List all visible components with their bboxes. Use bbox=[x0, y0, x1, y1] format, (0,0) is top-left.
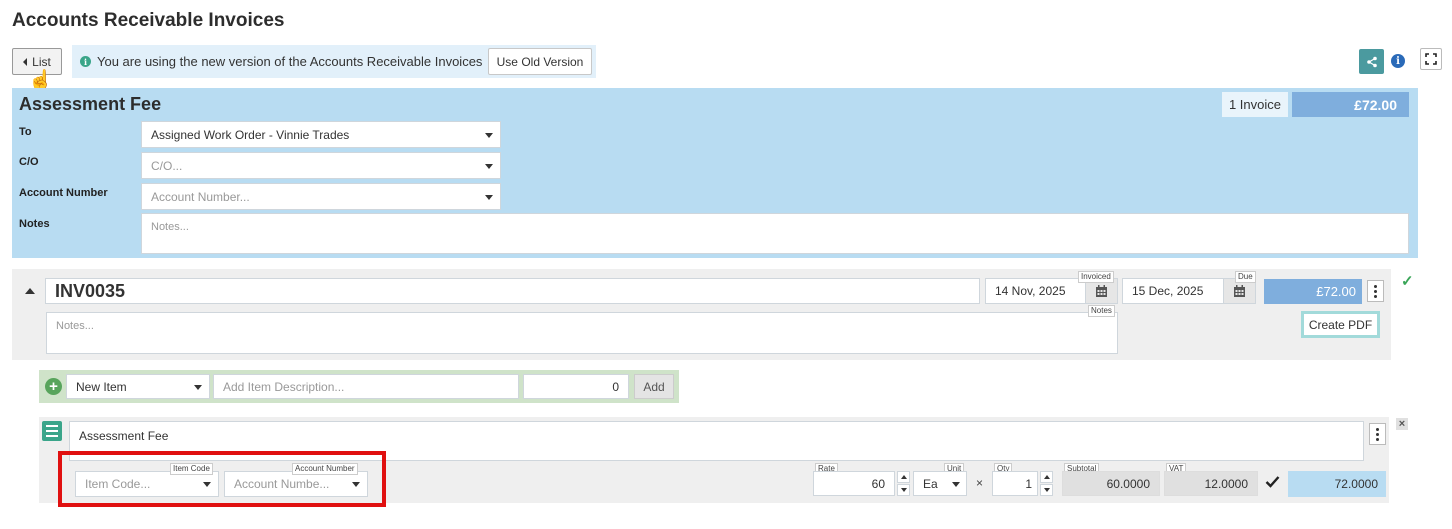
subtotal-value: 60.0000 bbox=[1062, 471, 1160, 496]
chevron-down-icon bbox=[485, 133, 493, 138]
invoice-more-icon[interactable] bbox=[1367, 280, 1384, 302]
account-number-label: Account Number bbox=[19, 187, 108, 199]
due-label: Due bbox=[1235, 271, 1256, 283]
rate-input[interactable]: 60 bbox=[813, 471, 895, 496]
header-notes-field[interactable]: Notes... bbox=[141, 213, 1409, 254]
chevron-down-icon bbox=[485, 195, 493, 200]
multiply-sign: × bbox=[976, 476, 984, 490]
close-icon[interactable]: × bbox=[1396, 418, 1408, 430]
to-select-value: Assigned Work Order - Vinnie Trades bbox=[151, 127, 350, 142]
highlight-box bbox=[58, 451, 386, 507]
to-select[interactable]: Assigned Work Order - Vinnie Trades bbox=[141, 121, 501, 148]
co-label: C/O bbox=[19, 156, 39, 168]
vat-value: 12.0000 bbox=[1164, 471, 1258, 496]
caret-left-icon bbox=[23, 57, 28, 66]
rate-stepper[interactable] bbox=[897, 471, 910, 496]
header-title: Assessment Fee bbox=[19, 94, 162, 114]
invoice-count: 1 Invoice bbox=[1222, 92, 1288, 117]
vat-checkbox[interactable] bbox=[1265, 474, 1280, 489]
plus-icon[interactable]: + bbox=[45, 378, 62, 395]
invoice-total: £72.00 bbox=[1264, 279, 1362, 304]
checkmark-icon: ✓ bbox=[1401, 273, 1414, 290]
expand-icon[interactable] bbox=[1420, 48, 1442, 70]
item-type-select[interactable]: New Item bbox=[66, 374, 210, 399]
to-label: To bbox=[19, 126, 32, 138]
share-icon[interactable] bbox=[1359, 49, 1384, 74]
chevron-down-icon bbox=[194, 385, 202, 390]
co-select[interactable]: C/O... bbox=[141, 152, 501, 179]
item-type-value: New Item bbox=[76, 379, 127, 394]
notes-label: Notes bbox=[19, 218, 50, 230]
collapse-caret-icon[interactable] bbox=[25, 288, 35, 294]
info-icon[interactable]: i bbox=[1391, 54, 1405, 68]
account-number-select[interactable]: Account Number... bbox=[141, 183, 501, 210]
unit-select[interactable]: Ea bbox=[913, 471, 967, 496]
unit-value: Ea bbox=[923, 476, 938, 491]
use-old-version-button[interactable]: Use Old Version bbox=[488, 48, 592, 75]
qty-input[interactable]: 1 bbox=[992, 471, 1038, 496]
qty-stepper[interactable] bbox=[1040, 471, 1053, 496]
invoiced-date-field[interactable]: 14 Nov, 2025 bbox=[985, 278, 1086, 304]
version-notice: i You are using the new version of the A… bbox=[72, 45, 596, 78]
add-item-button[interactable]: Add bbox=[634, 374, 674, 399]
add-item-description-input[interactable]: Add Item Description... bbox=[213, 374, 519, 399]
create-pdf-button[interactable]: Create PDF bbox=[1301, 311, 1380, 338]
invoice-notes-label: Notes bbox=[1088, 305, 1115, 317]
version-notice-text: You are using the new version of the Acc… bbox=[97, 54, 483, 69]
co-select-placeholder: C/O... bbox=[151, 158, 183, 173]
add-item-amount-input[interactable]: 0 bbox=[523, 374, 629, 399]
header-total: £72.00 bbox=[1292, 92, 1409, 117]
list-button-label: List bbox=[32, 54, 51, 69]
drag-menu-icon[interactable] bbox=[42, 421, 62, 441]
page-title: Accounts Receivable Invoices bbox=[12, 10, 285, 31]
chevron-down-icon bbox=[485, 164, 493, 169]
invoice-number-field[interactable]: INV0035 bbox=[45, 278, 980, 304]
chevron-down-icon bbox=[952, 482, 960, 487]
invoice-notes-field[interactable]: Notes... bbox=[46, 312, 1118, 354]
account-number-placeholder: Account Number... bbox=[151, 189, 250, 204]
due-date-field[interactable]: 15 Dec, 2025 bbox=[1122, 278, 1224, 304]
line-item-more-icon[interactable] bbox=[1369, 423, 1386, 445]
invoiced-label: Invoiced bbox=[1078, 271, 1114, 283]
line-total-value: 72.0000 bbox=[1288, 471, 1386, 497]
info-circle-icon: i bbox=[80, 56, 91, 67]
